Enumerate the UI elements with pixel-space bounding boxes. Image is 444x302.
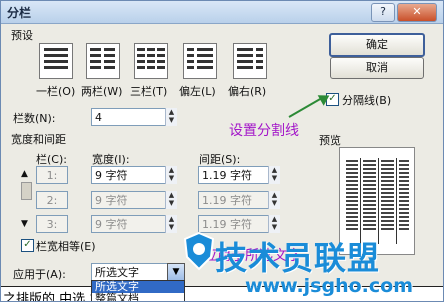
preset-left[interactable] [183, 43, 217, 79]
row-1-width-spinner[interactable]: ▲ ▼ [165, 166, 177, 184]
preset-three-label: 三栏(T) [130, 85, 168, 98]
ok-button[interactable]: 确定 [329, 33, 425, 57]
scroll-down-icon[interactable]: ▼ [21, 219, 28, 229]
presets-group-label: 预设 [11, 29, 33, 42]
preset-right[interactable] [233, 43, 267, 79]
watermark-url: www.jsgho.com [245, 275, 413, 297]
width-header: 宽度(I): [92, 153, 130, 166]
apply-to-label: 应用于(A): [13, 268, 66, 281]
dialog-title: 分栏 [7, 6, 32, 20]
row-2-num: 2: [36, 191, 68, 209]
columns-dialog: 分栏 ? ✕ 预设 一栏(O) 两栏(W) 三栏(T) 偏左(L) 偏右(R) [0, 0, 444, 302]
col-header: 栏(C): [36, 153, 67, 166]
cancel-button[interactable]: 取消 [330, 57, 424, 79]
apply-to-value: 所选文字 [95, 266, 139, 279]
background-text: 之排版的 中选 之 [3, 292, 103, 302]
divider-annotation: 设置分割线 [229, 123, 299, 139]
preset-right-label: 偏右(R) [228, 85, 267, 98]
apply-to-dropdown[interactable]: 所选文字 整篇文档 [91, 280, 185, 302]
preset-two-label: 两栏(W) [81, 85, 123, 98]
row-2-spacing-spinner: ▲ ▼ [268, 191, 280, 209]
row-3-width-spinner: ▲ ▼ [165, 215, 177, 233]
column-count-spinner[interactable]: ▲ ▼ [165, 108, 177, 126]
width-spacing-group-label: 宽度和间距 [11, 133, 66, 146]
annotation-arrow [288, 96, 325, 118]
preset-three-columns[interactable] [134, 43, 168, 79]
equal-width-label: 栏宽相等(E) [36, 240, 96, 253]
row-1-spacing-spinner[interactable]: ▲ ▼ [268, 166, 280, 184]
row-3-num: 3: [36, 215, 68, 233]
equal-width-checkbox[interactable]: ✓ [21, 239, 34, 252]
spacing-header: 间距(S): [199, 153, 241, 166]
row-2-width-spinner: ▲ ▼ [165, 191, 177, 209]
preset-one-column[interactable] [39, 43, 73, 79]
scroll-up-icon[interactable]: ▲ [21, 169, 28, 179]
preset-left-label: 偏左(L) [179, 85, 216, 98]
close-button[interactable]: ✕ [397, 3, 437, 22]
shield-logo-icon [183, 231, 215, 271]
row-1-num: 1: [36, 166, 68, 184]
title-bar: 分栏 ? ✕ [1, 1, 443, 24]
preview-label: 预览 [319, 134, 341, 147]
column-count-value: 4 [95, 111, 102, 124]
column-count-label: 栏数(N): [13, 112, 56, 125]
preset-two-columns[interactable] [86, 43, 120, 79]
preset-one-label: 一栏(O) [36, 85, 76, 98]
watermark-title: 技术员联盟 [215, 239, 381, 277]
divider-label: 分隔线(B) [342, 94, 392, 107]
help-button[interactable]: ? [371, 3, 395, 22]
watermark: 技术员联盟 www.jsgho.com [183, 231, 433, 301]
scroll-thumb[interactable] [21, 182, 32, 200]
dropdown-option-whole-document[interactable]: 整篇文档 [92, 293, 184, 302]
